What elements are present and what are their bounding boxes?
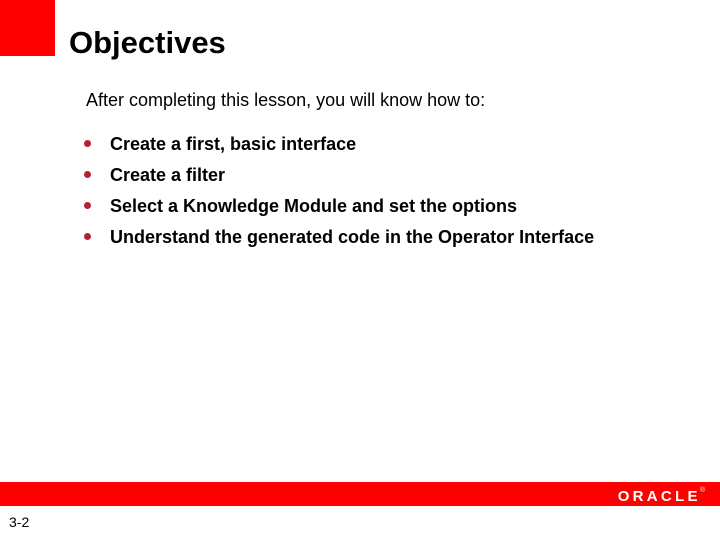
- bullet-dot-icon: [84, 140, 91, 147]
- list-item-label: Create a filter: [110, 165, 226, 185]
- registered-trademark-icon: ®: [699, 487, 705, 494]
- list-item: Select a Knowledge Module and set the op…: [0, 194, 594, 225]
- list-item-label: Understand the generated code in the Ope…: [110, 227, 595, 247]
- objectives-list: Create a first, basic interface Create a…: [0, 132, 594, 256]
- corner-accent-square: [0, 0, 55, 56]
- page-title: Objectives: [69, 25, 226, 60]
- oracle-wordmark: ORACLE: [617, 488, 701, 505]
- list-item: Create a first, basic interface: [0, 132, 594, 163]
- list-item-label: Select a Knowledge Module and set the op…: [110, 196, 518, 216]
- list-item: Create a filter: [0, 163, 594, 194]
- lead-in-text: After completing this lesson, you will k…: [86, 90, 486, 110]
- oracle-logo: ORACLE®: [618, 485, 706, 506]
- list-item: Understand the generated code in the Ope…: [0, 225, 594, 256]
- bullet-dot-icon: [84, 233, 91, 240]
- list-item-label: Create a first, basic interface: [110, 134, 357, 154]
- bullet-dot-icon: [84, 171, 91, 178]
- slide-canvas: Objectives After completing this lesson,…: [0, 0, 720, 540]
- footer-bar: ORACLE®: [0, 482, 720, 506]
- page-number: 3-2: [9, 514, 30, 530]
- bullet-dot-icon: [84, 202, 91, 209]
